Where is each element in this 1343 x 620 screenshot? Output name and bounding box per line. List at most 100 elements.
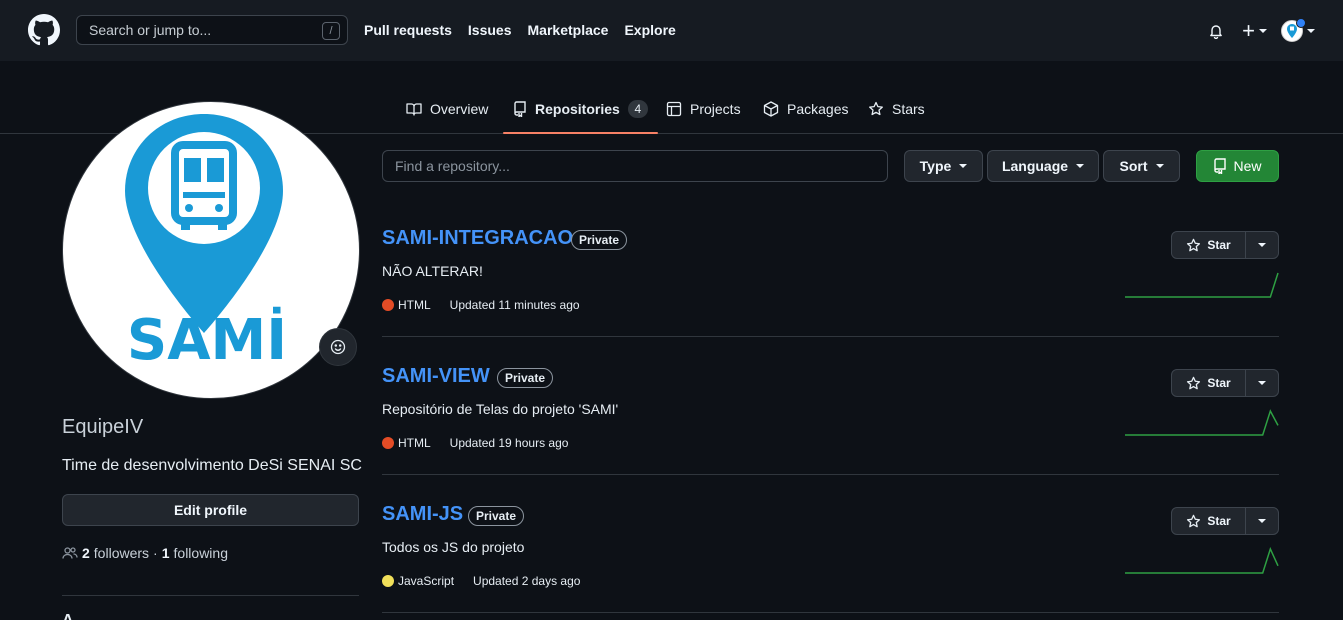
repo-language: HTML <box>398 436 431 450</box>
header-actions: + <box>1204 17 1315 45</box>
sami-logo: SAMİ <box>125 114 287 373</box>
tab-stars[interactable]: Stars <box>868 84 925 133</box>
next-section-heading: A... <box>62 612 87 620</box>
status-dot <box>1296 18 1306 28</box>
tab-repositories[interactable]: Repositories 4 <box>503 84 658 134</box>
github-mark-icon[interactable] <box>28 14 60 46</box>
sort-dropdown[interactable]: Sort <box>1103 150 1180 182</box>
repo-icon <box>1214 158 1227 174</box>
language-filter-dropdown[interactable]: Language <box>987 150 1099 182</box>
profile-name: EquipeIV <box>62 416 144 438</box>
activity-sparkline <box>1125 409 1279 436</box>
repo-meta: HTML Updated 11 minutes ago <box>382 298 580 312</box>
repo-updated: Updated 11 minutes ago <box>449 298 580 312</box>
search-placeholder: Search or jump to... <box>89 22 212 38</box>
sparkline-path <box>1125 272 1279 298</box>
dropdown-label: Sort <box>1119 158 1148 174</box>
star-list-dropdown[interactable] <box>1246 508 1278 534</box>
repo-description: NÃO ALTERAR! <box>382 263 483 279</box>
new-label: New <box>1233 158 1262 174</box>
chevron-down-icon <box>1307 29 1315 33</box>
set-status-button[interactable] <box>319 328 357 366</box>
activity-sparkline <box>1125 272 1279 298</box>
repo-list-item: SAMI-VIEW Private Repositório de Telas d… <box>382 337 1279 475</box>
repo-icon <box>514 100 526 117</box>
search-input[interactable]: Search or jump to... / <box>76 15 348 45</box>
activity-sparkline <box>1125 547 1279 574</box>
tab-overview[interactable]: Overview <box>406 84 488 133</box>
tab-label: Repositories <box>535 100 620 117</box>
tab-label: Overview <box>430 100 489 117</box>
chevron-down-icon <box>1155 164 1164 168</box>
avatar <box>1281 18 1306 42</box>
nav-explore[interactable]: Explore <box>624 22 675 38</box>
tab-label: Projects <box>690 100 741 117</box>
find-repository-input[interactable]: Find a repository... <box>382 150 888 182</box>
chevron-down-icon <box>959 164 968 168</box>
star-button[interactable]: Star <box>1172 232 1246 258</box>
visibility-badge: Private <box>571 230 628 250</box>
nav-issues[interactable]: Issues <box>468 22 512 38</box>
profile-avatar[interactable]: SAMİ <box>62 101 360 399</box>
user-menu[interactable] <box>1281 18 1315 42</box>
visibility-badge: Private <box>497 368 554 388</box>
following-link[interactable]: following <box>174 545 228 561</box>
separator: · <box>153 545 158 561</box>
repo-description: Repositório de Telas do projeto 'SAMI' <box>382 401 619 417</box>
avatar-logo-text: SAMİ <box>127 308 287 373</box>
notifications-button[interactable] <box>1204 17 1228 45</box>
star-icon <box>1187 238 1201 251</box>
table-icon <box>666 101 682 116</box>
star-label: Star <box>1207 238 1231 252</box>
star-icon <box>869 101 883 115</box>
dropdown-label: Language <box>1001 158 1069 174</box>
new-repository-button[interactable]: New <box>1196 150 1279 182</box>
star-list-dropdown[interactable] <box>1246 370 1278 396</box>
search-shortcut-key: / <box>322 22 340 40</box>
edit-profile-button[interactable]: Edit profile <box>62 494 359 526</box>
star-button-group: Star <box>1171 507 1279 535</box>
star-button-group: Star <box>1171 231 1279 259</box>
repo-name-link[interactable]: SAMI-VIEW <box>382 365 490 388</box>
repo-language: HTML <box>398 298 431 312</box>
language-color-dot <box>382 299 394 311</box>
tab-projects[interactable]: Projects <box>666 84 741 133</box>
repo-name-link[interactable]: SAMI-INTEGRACAO <box>382 227 573 250</box>
chevron-down-icon <box>1258 381 1266 385</box>
bell-icon <box>1210 25 1223 39</box>
repo-updated: Updated 2 days ago <box>473 574 581 588</box>
star-button[interactable]: Star <box>1172 508 1246 534</box>
people-icon <box>62 547 78 559</box>
repo-meta: HTML Updated 19 hours ago <box>382 436 568 450</box>
star-button[interactable]: Star <box>1172 370 1246 396</box>
visibility-badge: Private <box>468 506 525 526</box>
type-filter-dropdown[interactable]: Type <box>904 150 983 182</box>
nav-pull-requests[interactable]: Pull requests <box>364 22 452 38</box>
chevron-down-icon <box>1076 164 1085 168</box>
followers-count[interactable]: 2 <box>82 545 90 561</box>
star-icon <box>1187 376 1201 389</box>
profile-bio: Time de desenvolvimento DeSi SENAI SC <box>62 457 362 474</box>
top-nav: Pull requests Issues Marketplace Explore <box>364 22 692 38</box>
nav-marketplace[interactable]: Marketplace <box>528 22 609 38</box>
followers-link[interactable]: followers <box>94 545 149 561</box>
tab-label: Stars <box>892 100 925 117</box>
chevron-down-icon <box>1259 29 1267 33</box>
star-label: Star <box>1207 514 1231 528</box>
repo-name-link[interactable]: SAMI-JS <box>382 503 463 526</box>
sami-logo-mini-icon <box>1287 24 1297 38</box>
repo-updated: Updated 19 hours ago <box>449 436 569 450</box>
sparkline-path <box>1125 409 1279 436</box>
smiley-icon <box>330 339 346 355</box>
repo-list-item: SAMI-JS Private Todos os JS do projeto J… <box>382 475 1279 613</box>
book-icon <box>406 102 422 116</box>
repo-meta: JavaScript Updated 2 days ago <box>382 574 580 588</box>
tab-packages[interactable]: Packages <box>763 84 848 133</box>
tab-label: Packages <box>787 100 849 117</box>
following-count[interactable]: 1 <box>162 545 170 561</box>
dropdown-label: Type <box>919 158 952 174</box>
chevron-down-icon <box>1258 519 1266 523</box>
star-list-dropdown[interactable] <box>1246 232 1278 258</box>
repo-list-item: SAMI-INTEGRACAO Private NÃO ALTERAR! HTM… <box>382 199 1279 337</box>
create-new-dropdown[interactable]: + <box>1242 20 1267 42</box>
